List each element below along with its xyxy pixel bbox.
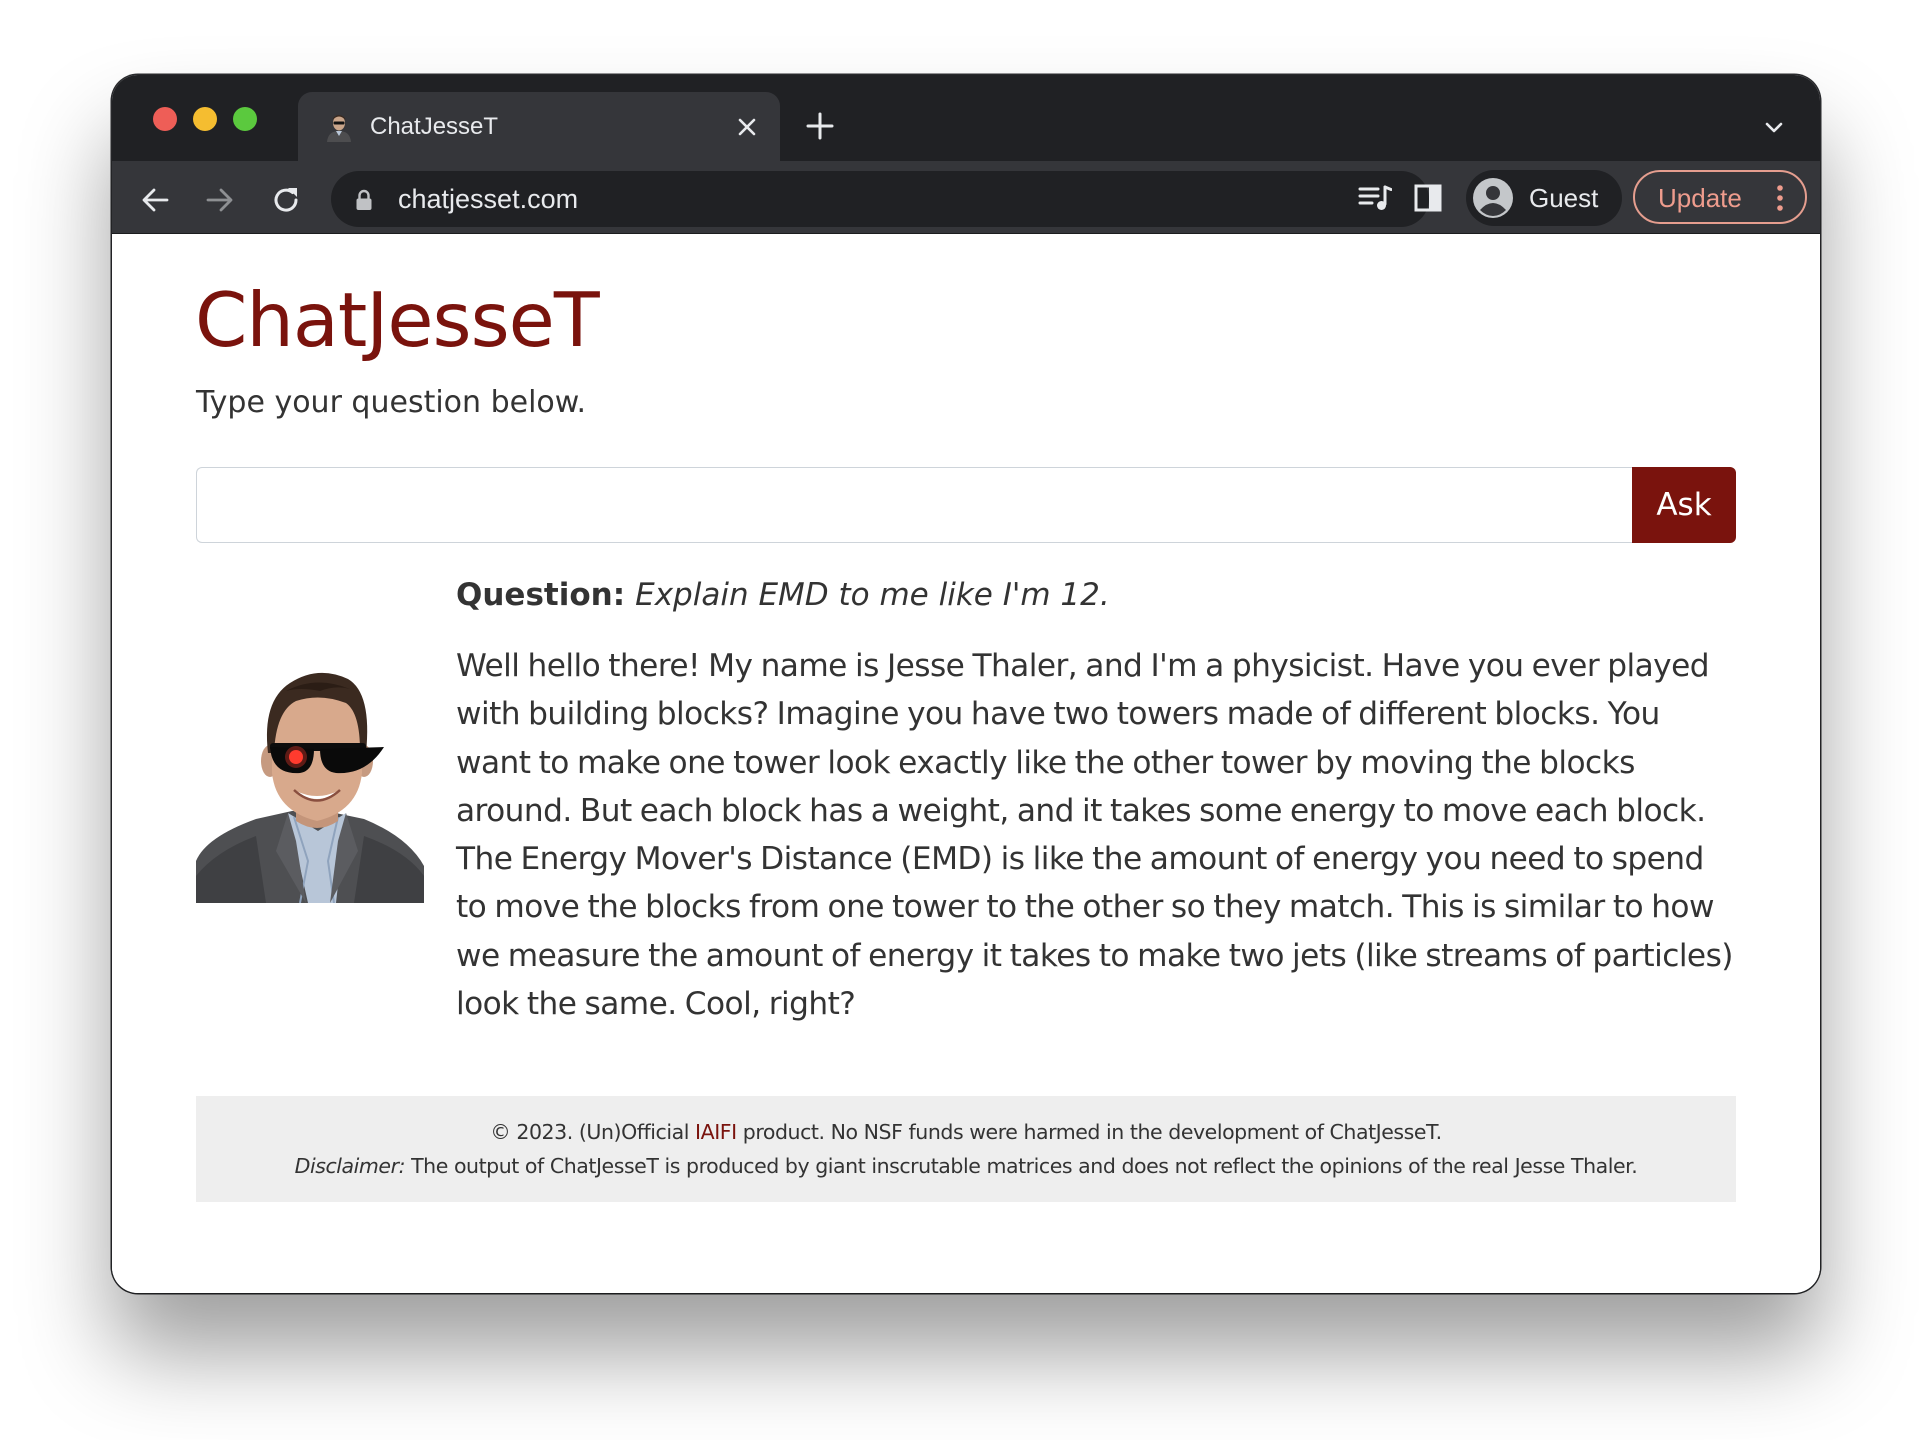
media-queue-icon[interactable]: [1358, 183, 1392, 213]
chevron-down-icon[interactable]: [1763, 117, 1785, 139]
disclaimer-text: The output of ChatJesseT is produced by …: [405, 1154, 1638, 1178]
iaifi-link[interactable]: IAIFI: [695, 1120, 737, 1144]
profile-button[interactable]: Guest: [1466, 170, 1622, 226]
instructions-text: Type your question below.: [196, 385, 587, 420]
profile-label: Guest: [1529, 183, 1599, 213]
back-icon[interactable]: [140, 185, 170, 215]
browser-window: ChatJesseT chatjesset.com Guest Update C…: [112, 75, 1820, 1293]
update-label: Update: [1658, 183, 1742, 213]
forward-icon[interactable]: [205, 185, 235, 215]
answer-text: Well hello there! My name is Jesse Thale…: [456, 648, 1733, 1023]
close-window-button[interactable]: [153, 107, 177, 131]
question-text: Explain EMD to me like I'm 12.: [635, 577, 1110, 613]
address-bar[interactable]: chatjesset.com: [331, 171, 1429, 227]
update-button[interactable]: Update: [1633, 170, 1807, 224]
question-label: Question:: [456, 577, 626, 613]
maximize-window-button[interactable]: [233, 107, 257, 131]
favicon-icon: [327, 115, 351, 142]
ask-button[interactable]: Ask: [1632, 467, 1736, 543]
footer-copyright: © 2023. (Un)Official IAIFI product. No N…: [196, 1115, 1736, 1149]
kebab-menu-icon[interactable]: [1775, 184, 1785, 212]
tab-title: ChatJesseT: [370, 113, 499, 140]
jesse-thaler-photo: [196, 672, 424, 903]
question-line: Question: Explain EMD to me like I'm 12.: [456, 575, 1110, 615]
footer-disclaimer: Disclaimer: The output of ChatJesseT is …: [196, 1149, 1736, 1183]
disclaimer-label: Disclaimer:: [294, 1154, 406, 1178]
page-title: ChatJesseT: [195, 276, 600, 364]
reload-icon[interactable]: [270, 184, 302, 216]
side-panel-icon[interactable]: [1413, 183, 1443, 213]
minimize-window-button[interactable]: [193, 107, 217, 131]
copyright-suffix: product. No NSF funds were harmed in the…: [736, 1120, 1442, 1144]
url-text: chatjesset.com: [398, 184, 579, 214]
question-input[interactable]: [196, 467, 1632, 543]
plus-icon[interactable]: [805, 111, 835, 141]
tab-chatjesset[interactable]: ChatJesseT: [298, 92, 780, 161]
tab-strip: ChatJesseT: [112, 75, 1820, 161]
close-icon[interactable]: [734, 114, 760, 140]
copyright-prefix: © 2023. (Un)Official: [490, 1120, 696, 1144]
person-circle-icon: [1473, 178, 1513, 218]
lock-icon: [356, 189, 372, 210]
toolbar: chatjesset.com Guest Update: [112, 161, 1820, 233]
footer: © 2023. (Un)Official IAIFI product. No N…: [196, 1096, 1736, 1202]
page-content: ChatJesseT Type your question below. Ask: [112, 233, 1820, 1293]
